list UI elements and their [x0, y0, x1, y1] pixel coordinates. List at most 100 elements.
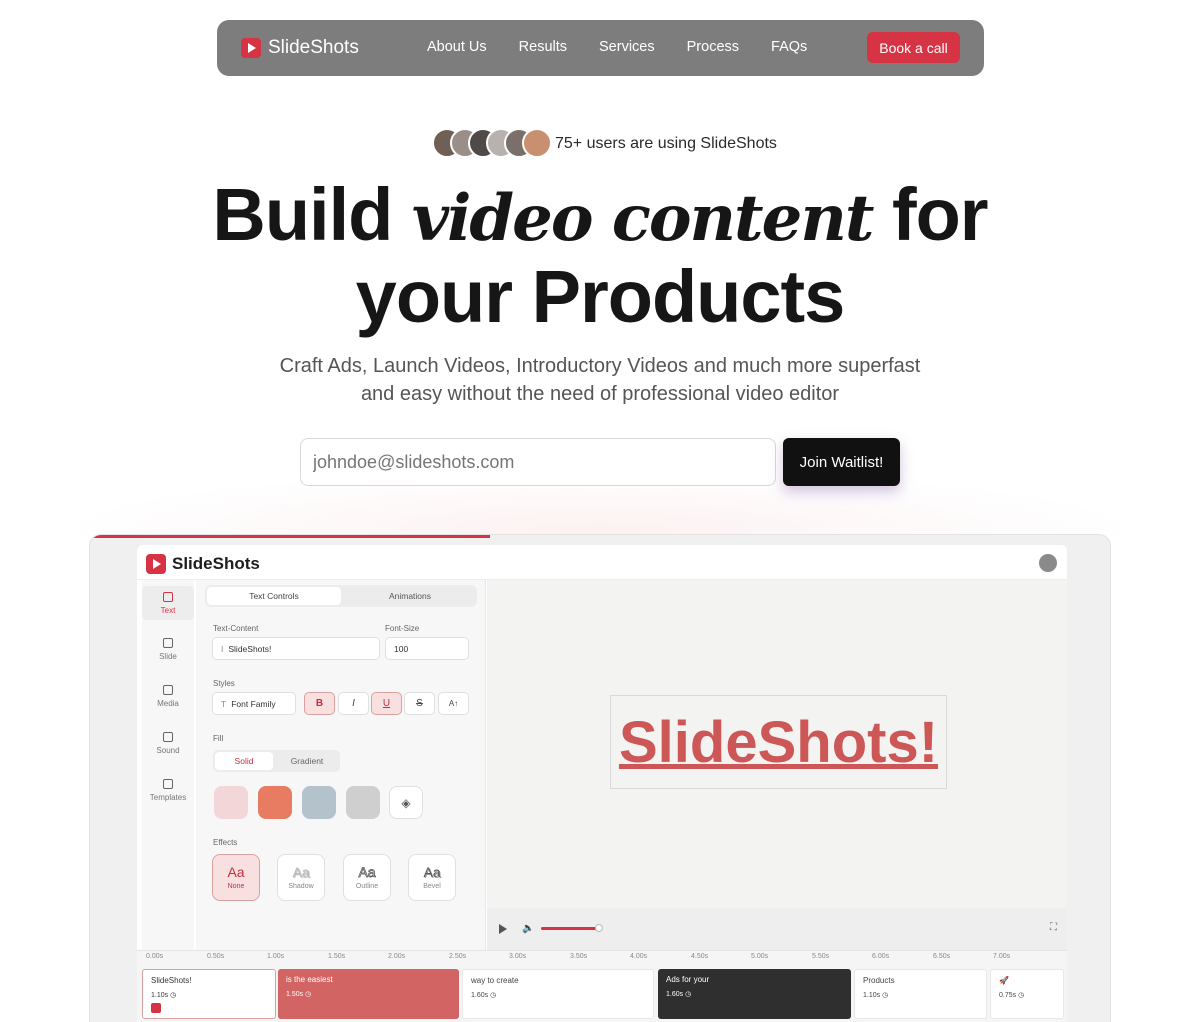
clip-duration: 1.60s ◷	[666, 991, 692, 998]
avatar[interactable]	[1039, 554, 1057, 572]
clip-title: Products	[863, 976, 895, 985]
fill-tabs: Solid Gradient	[213, 750, 340, 772]
app-brand: SlideShots	[146, 554, 260, 574]
slide-text-box[interactable]: SlideShots!	[610, 695, 947, 789]
sidebar-item-text[interactable]: Text	[142, 586, 194, 620]
book-call-button[interactable]: Book a call	[867, 32, 960, 63]
volume-icon[interactable]: 🔈	[522, 923, 534, 934]
sidebar-item-sound[interactable]: Sound	[142, 732, 194, 762]
brand-logo[interactable]: SlideShots	[241, 37, 359, 59]
text-content-value: SlideShots!	[228, 643, 272, 654]
tab-gradient[interactable]: Gradient	[277, 752, 337, 770]
clip-title: is the easiest	[286, 975, 333, 984]
nav-links: About Us Results Services Process FAQs	[427, 39, 807, 55]
ruler-tick: 6.00s	[872, 953, 890, 960]
timeline-clip[interactable]: 🚀 0.75s ◷	[990, 969, 1064, 1019]
app-brand-name: SlideShots	[172, 554, 260, 573]
text-icon	[163, 592, 173, 602]
timeline-clips: SlideShots! 1.10s ◷ is the easiest 1.50s…	[137, 964, 1067, 1022]
clip-duration: 1.60s ◷	[471, 992, 497, 999]
font-size-field[interactable]: 100	[385, 637, 469, 660]
users-count-text: 75+ users are using SlideShots	[555, 135, 777, 152]
play-logo-icon	[146, 554, 166, 574]
clip-duration: 1.50s ◷	[286, 991, 312, 998]
email-input[interactable]	[300, 438, 776, 486]
color-swatch-orange[interactable]	[258, 786, 292, 819]
frame-progress-bar	[90, 535, 490, 538]
sidebar-item-label: Sound	[156, 746, 180, 755]
ruler-tick: 5.50s	[812, 953, 830, 960]
delete-clip-icon[interactable]	[151, 1003, 161, 1013]
clip-title: way to create	[471, 976, 519, 985]
effect-none[interactable]: Aa None	[212, 854, 260, 901]
font-family-select[interactable]: T Font Family	[212, 692, 296, 715]
playback-handle[interactable]	[595, 924, 603, 932]
headline-mid: for	[872, 173, 989, 256]
text-case-button[interactable]: A↑	[438, 692, 469, 715]
clip-title: SlideShots!	[151, 976, 192, 985]
nav-link-results[interactable]: Results	[519, 39, 567, 55]
tab-solid[interactable]: Solid	[215, 752, 273, 770]
nav-link-process[interactable]: Process	[687, 39, 739, 55]
headline-italic: video content	[411, 181, 874, 256]
hero-headline: Build video content for your Products	[0, 176, 1200, 336]
timeline-clip[interactable]: SlideShots! 1.10s ◷	[142, 969, 276, 1019]
tab-animations[interactable]: Animations	[345, 587, 475, 605]
effect-label: None	[227, 883, 245, 890]
bold-button[interactable]: B	[304, 692, 335, 715]
timeline-ruler: 0.00s 0.50s 1.00s 1.50s 2.00s 2.50s 3.00…	[137, 950, 1067, 964]
ruler-tick: 7.00s	[993, 953, 1011, 960]
text-content-field[interactable]: I SlideShots!	[212, 637, 380, 660]
font-family-value: Font Family	[231, 698, 276, 709]
tab-text-controls[interactable]: Text Controls	[207, 587, 341, 605]
user-avatars	[432, 128, 552, 158]
play-logo-icon	[241, 38, 261, 58]
ruler-tick: 2.50s	[449, 953, 467, 960]
text-cursor-icon: I	[221, 643, 224, 654]
color-swatch-blue-grey[interactable]	[302, 786, 336, 819]
ruler-tick: 4.50s	[691, 953, 709, 960]
color-swatch-grey[interactable]	[346, 786, 380, 819]
ruler-tick: 0.00s	[146, 953, 164, 960]
fullscreen-icon[interactable]: ⛶	[1050, 922, 1057, 933]
effect-shadow[interactable]: Aa Shadow	[277, 854, 325, 901]
sidebar-item-media[interactable]: Media	[142, 685, 194, 715]
paint-bucket-icon[interactable]: ◈	[389, 786, 423, 819]
nav-link-faqs[interactable]: FAQs	[771, 39, 807, 55]
ruler-tick: 1.50s	[328, 953, 346, 960]
clip-title: 🚀	[999, 976, 1009, 985]
canvas-text: SlideShots!	[618, 709, 939, 775]
effect-label: Shadow	[288, 883, 314, 890]
app-preview-frame: SlideShots Text Slide Media Sound Templa…	[89, 534, 1111, 1022]
nav-link-services[interactable]: Services	[599, 39, 655, 55]
strikethrough-button[interactable]: S	[404, 692, 435, 715]
media-icon	[163, 685, 173, 695]
italic-button[interactable]: I	[338, 692, 369, 715]
music-icon	[163, 732, 173, 742]
ruler-tick: 4.00s	[630, 953, 648, 960]
sidebar-item-label: Slide	[159, 652, 177, 661]
text-content-label: Text-Content	[213, 624, 259, 633]
effect-outline[interactable]: Aa Outline	[343, 854, 391, 901]
clip-duration: 1.10s ◷	[151, 992, 177, 999]
timeline-clip[interactable]: Ads for your 1.60s ◷	[658, 969, 851, 1019]
styles-label: Styles	[213, 679, 235, 688]
top-nav: SlideShots About Us Results Services Pro…	[217, 20, 984, 76]
sidebar-item-templates[interactable]: Templates	[142, 779, 194, 809]
underline-button[interactable]: U	[371, 692, 402, 715]
ruler-tick: 1.00s	[267, 953, 285, 960]
sidebar-item-slide[interactable]: Slide	[142, 638, 194, 668]
play-icon[interactable]	[499, 924, 507, 934]
effect-label: Outline	[355, 883, 379, 890]
subtitle-line-1: Craft Ads, Launch Videos, Introductory V…	[279, 355, 921, 377]
ruler-tick: 2.00s	[388, 953, 406, 960]
join-waitlist-button[interactable]: Join Waitlist!	[783, 438, 900, 486]
timeline-clip[interactable]: Products 1.10s ◷	[854, 969, 987, 1019]
sidebar-item-label: Text	[160, 606, 176, 615]
nav-link-about[interactable]: About Us	[427, 39, 487, 55]
timeline-clip[interactable]: way to create 1.60s ◷	[462, 969, 654, 1019]
effect-bevel[interactable]: Aa Bevel	[408, 854, 456, 901]
color-swatch-pink[interactable]	[214, 786, 248, 819]
timeline-clip[interactable]: is the easiest 1.50s ◷	[278, 969, 459, 1019]
playback-progress[interactable]	[541, 927, 599, 930]
